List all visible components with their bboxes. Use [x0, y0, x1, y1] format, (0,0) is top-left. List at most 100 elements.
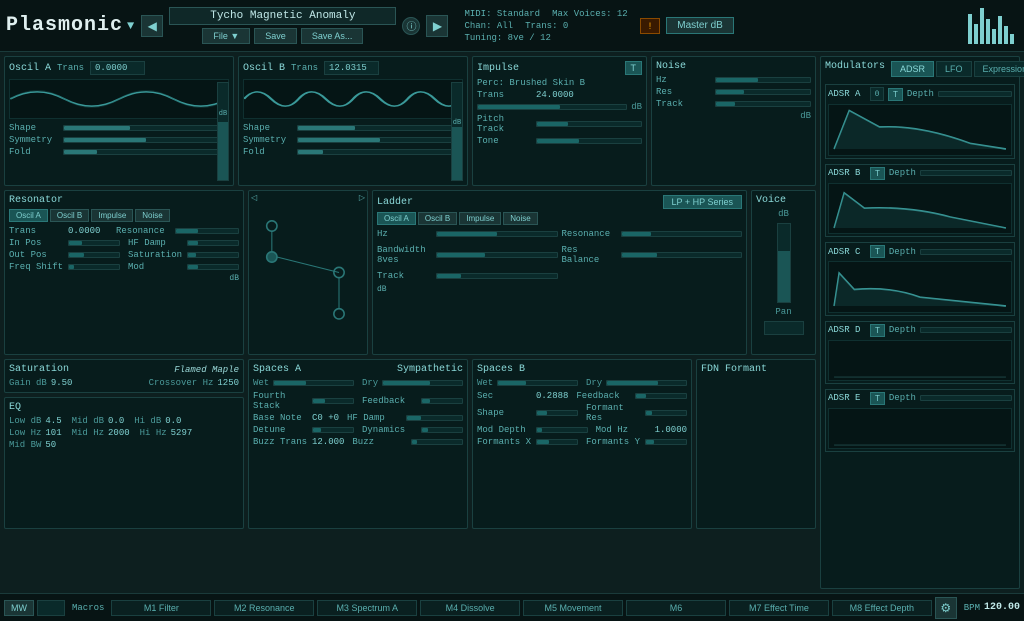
ladder-bandwidth-slider[interactable]	[436, 252, 558, 258]
impulse-tone-slider[interactable]	[536, 138, 642, 144]
resonator-tab-oscil-a[interactable]: Oscil A	[9, 209, 48, 222]
oscil-a-symmetry-slider[interactable]	[63, 137, 229, 143]
oscil-b-trans-value[interactable]: 12.0315	[324, 61, 379, 75]
adsr-a-num[interactable]: 0	[870, 87, 884, 101]
spaces-b-formants-y-slider[interactable]	[645, 439, 687, 445]
resonator-tab-oscil-b[interactable]: Oscil B	[50, 209, 89, 222]
resonator-mod-slider[interactable]	[187, 264, 239, 270]
adsr-c-depth-slider[interactable]	[920, 249, 1012, 255]
spaces-b-moddepth-slider[interactable]	[536, 427, 588, 433]
info-button[interactable]: ⓘ	[402, 17, 420, 35]
oscil-a-db-slider[interactable]: dB	[217, 82, 229, 181]
ladder-tab-impulse[interactable]: Impulse	[459, 212, 501, 225]
gear-button[interactable]: ⚙	[935, 597, 957, 619]
ladder-hz-slider[interactable]	[436, 231, 558, 237]
ladder-track-slider[interactable]	[436, 273, 558, 279]
ladder-res-balance-slider[interactable]	[621, 252, 743, 258]
master-button[interactable]: Master dB	[666, 17, 734, 34]
resonator-hfdamp-slider[interactable]	[187, 240, 239, 246]
spaces-b-wet-slider[interactable]	[497, 380, 578, 386]
resonator-saturation-slider[interactable]	[187, 252, 239, 258]
spaces-b-shape-slider[interactable]	[536, 410, 578, 416]
ladder-tab-noise[interactable]: Noise	[503, 212, 537, 225]
resonator-outpos-slider[interactable]	[68, 252, 120, 258]
oscil-b-shape-slider[interactable]	[297, 125, 463, 131]
impulse-trans-slider[interactable]	[477, 104, 627, 110]
oscil-b-db-slider[interactable]: dB	[451, 82, 463, 181]
spaces-a-dry-slider[interactable]	[382, 380, 463, 386]
mod-tab-expression[interactable]: Expression	[974, 61, 1024, 77]
noise-res-slider[interactable]	[715, 89, 811, 95]
m2-button[interactable]: M2 Resonance	[214, 600, 314, 616]
spaces-a-fourth-slider[interactable]	[312, 398, 354, 404]
spaces-b-feedback-slider[interactable]	[635, 393, 687, 399]
spaces-b-formant-res-slider[interactable]	[645, 410, 687, 416]
mod-tab-adsr[interactable]: ADSR	[891, 61, 934, 77]
ladder-params: Hz Resonance Bandwidth 8ves Res Bal	[377, 229, 742, 283]
ladder-resonance-slider[interactable]	[621, 231, 743, 237]
ladder-track-row: Track	[377, 271, 558, 281]
adsr-b-depth-slider[interactable]	[920, 170, 1012, 176]
save-button[interactable]: Save	[254, 28, 297, 44]
routing-arrow-right[interactable]: ▷	[359, 193, 365, 203]
noise-hz-slider[interactable]	[715, 77, 811, 83]
logo-arrow[interactable]: ▼	[127, 19, 135, 33]
mod-tab-lfo[interactable]: LFO	[936, 61, 972, 77]
voice-title: Voice	[756, 195, 811, 206]
spaces-a-hfdamp-slider[interactable]	[406, 415, 463, 421]
prev-button[interactable]: ◀	[141, 15, 163, 37]
next-button[interactable]: ▶	[426, 15, 448, 37]
spaces-a-title: Spaces A	[253, 364, 301, 375]
warn-button[interactable]: !	[640, 18, 661, 34]
m6-button[interactable]: M6	[626, 600, 726, 616]
spaces-a-dynamics-slider[interactable]	[421, 427, 463, 433]
lp-hp-button[interactable]: LP + HP Series	[663, 195, 742, 209]
m4-button[interactable]: M4 Dissolve	[420, 600, 520, 616]
routing-arrow-left[interactable]: ◁	[251, 193, 257, 203]
resonator-tab-noise[interactable]: Noise	[135, 209, 169, 222]
impulse-t-button[interactable]: T	[625, 61, 643, 75]
adsr-d-depth-slider[interactable]	[920, 327, 1012, 333]
oscil-b-symmetry-slider[interactable]	[297, 137, 463, 143]
oscil-a-trans-value[interactable]: 0.0000	[90, 61, 145, 75]
adsr-d-t-button[interactable]: T	[870, 324, 885, 337]
adsr-c-t-button[interactable]: T	[870, 245, 885, 258]
spaces-a-detune-slider[interactable]	[312, 427, 354, 433]
oscil-a-shape-slider[interactable]	[63, 125, 229, 131]
adsr-e-t-button[interactable]: T	[870, 392, 885, 405]
resonator-inpos-slider[interactable]	[68, 240, 120, 246]
mw-slider[interactable]	[37, 600, 65, 616]
resonator-resonance-slider[interactable]	[175, 228, 239, 234]
ladder-tab-oscil-a[interactable]: Oscil A	[377, 212, 416, 225]
mw-button[interactable]: MW	[4, 600, 34, 616]
adsr-a-t-button[interactable]: T	[888, 88, 903, 101]
spaces-b-dry-slider[interactable]	[606, 380, 687, 386]
m3-button[interactable]: M3 Spectrum A	[317, 600, 417, 616]
voice-db-slider[interactable]	[777, 223, 791, 303]
oscil-b-fold-slider[interactable]	[297, 149, 463, 155]
m5-button[interactable]: M5 Movement	[523, 600, 623, 616]
adsr-b-t-button[interactable]: T	[870, 167, 885, 180]
resonator-freqshift-slider[interactable]	[68, 264, 120, 270]
adsr-a-depth-slider[interactable]	[938, 91, 1012, 97]
m7-button[interactable]: M7 Effect Time	[729, 600, 829, 616]
file-button[interactable]: File ▼	[202, 28, 250, 44]
adsr-e-depth-slider[interactable]	[920, 395, 1012, 401]
oscil-a-symmetry-row: Symmetry	[9, 135, 229, 145]
spaces-a-feedback-slider[interactable]	[421, 398, 463, 404]
save-as-button[interactable]: Save As...	[301, 28, 364, 44]
impulse-pitch-slider[interactable]	[536, 121, 642, 127]
spaces-a-wet-slider[interactable]	[273, 380, 354, 386]
noise-track-slider[interactable]	[715, 101, 811, 107]
resonator-tab-impulse[interactable]: Impulse	[91, 209, 133, 222]
m1-button[interactable]: M1 Filter	[111, 600, 211, 616]
oscil-b-title: Oscil B	[243, 63, 285, 74]
spaces-b-formants-x-slider[interactable]	[536, 439, 578, 445]
m8-button[interactable]: M8 Effect Depth	[832, 600, 932, 616]
ladder-tab-oscil-b[interactable]: Oscil B	[418, 212, 457, 225]
main-area: Oscil A Trans 0.0000 Shape	[0, 52, 1024, 593]
oscil-b-header: Oscil B Trans 12.0315	[243, 61, 463, 75]
voice-pan-slider[interactable]	[764, 321, 804, 335]
oscil-a-fold-slider[interactable]	[63, 149, 229, 155]
spaces-a-buzz-slider[interactable]	[411, 439, 463, 445]
